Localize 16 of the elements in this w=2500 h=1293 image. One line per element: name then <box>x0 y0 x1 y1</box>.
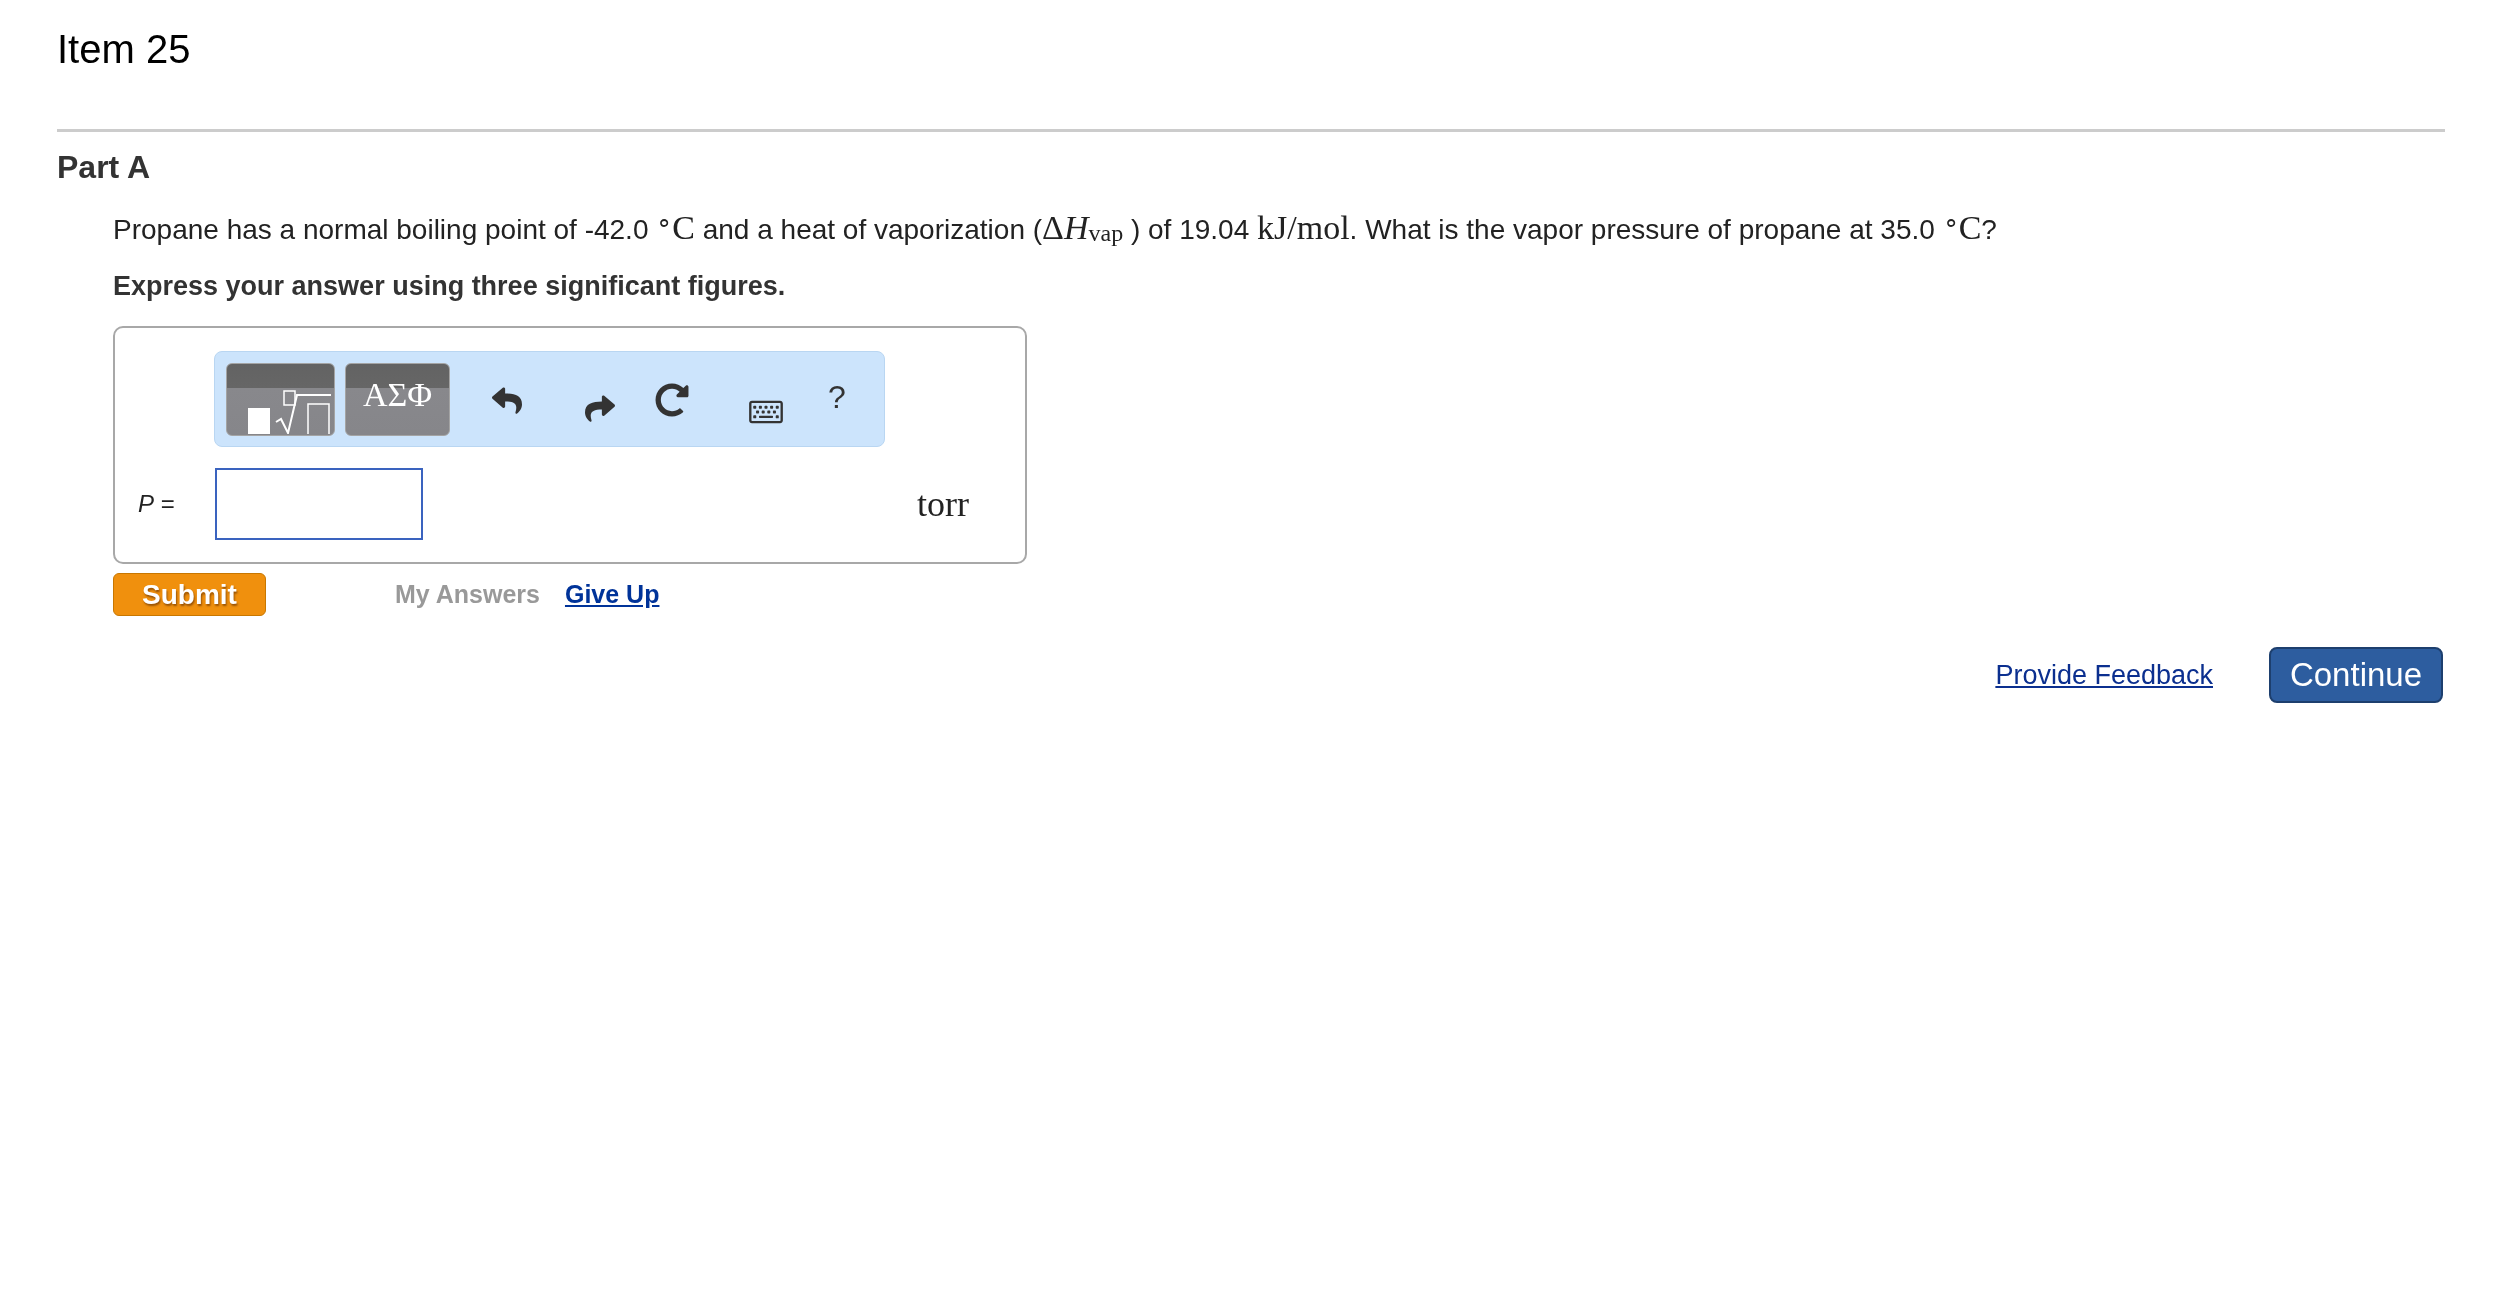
undo-icon <box>492 385 522 416</box>
templates-button[interactable] <box>226 363 335 436</box>
variable-label: P = <box>138 489 176 519</box>
unit-label: torr <box>917 483 969 526</box>
symbols-button[interactable]: ΑΣΦ <box>345 363 450 436</box>
give-up-link[interactable]: Give Up <box>564 575 660 614</box>
continue-button[interactable]: Continue <box>2269 647 2443 703</box>
help-button[interactable]: ? <box>824 375 850 419</box>
redo-icon <box>585 393 615 424</box>
root-template-icon <box>248 390 332 434</box>
instruction-text: Express your answer using three significant figures. <box>113 270 786 303</box>
item-title: Item 25 <box>57 29 191 69</box>
reset-icon <box>655 383 689 417</box>
part-title: Part A <box>57 151 151 183</box>
answer-field[interactable] <box>215 468 423 540</box>
feedback-link[interactable]: Provide Feedback <box>1995 654 2213 696</box>
